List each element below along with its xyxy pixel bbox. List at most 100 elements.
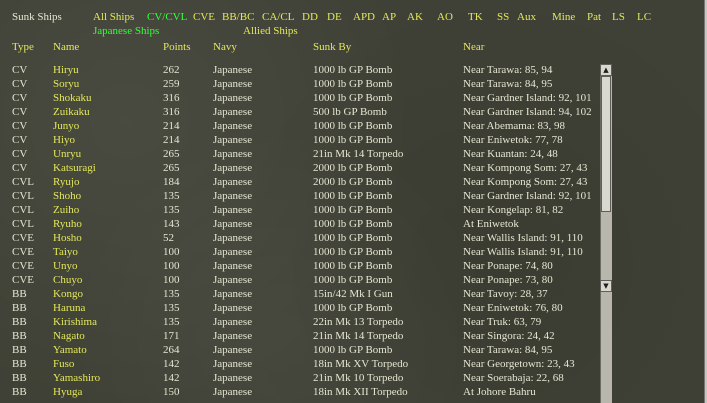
cell-navy: Japanese bbox=[213, 288, 253, 300]
filter-ca-cl[interactable]: CA/CL bbox=[262, 11, 294, 23]
column-header-name[interactable]: Name bbox=[53, 41, 79, 53]
table-row[interactable]: CVL Zuiho 135 Japanese 1000 lb GP Bomb Near K… bbox=[0, 204, 598, 218]
table-row[interactable]: CVL Ryujo 184 Japanese 2000 lb GP Bomb Near K… bbox=[0, 176, 598, 190]
filter-ap[interactable]: AP bbox=[382, 11, 396, 23]
cell-type: CVL bbox=[12, 176, 34, 188]
table-row[interactable]: BB Yamato 264 Japanese 1000 lb GP Bomb Near T… bbox=[0, 344, 598, 358]
cell-navy: Japanese bbox=[213, 386, 253, 398]
table-row[interactable]: BB Kirishima 135 Japanese 22in Mk 13 Torpedo… bbox=[0, 316, 598, 330]
table-row[interactable]: BB Hyuga 150 Japanese 18in Mk XII Torpedo At … bbox=[0, 386, 598, 400]
cell-points: 262 bbox=[163, 64, 180, 76]
cell-points: 100 bbox=[163, 274, 180, 286]
window-title: Sunk Ships bbox=[12, 11, 62, 23]
filter-ao[interactable]: AO bbox=[437, 11, 453, 23]
cell-near: Near Georgetown: 23, 43 bbox=[463, 358, 575, 370]
table-row[interactable]: CVE Hosho 52 Japanese 1000 lb GP Bomb Near Wa… bbox=[0, 232, 598, 246]
cell-sunk-by: 1000 lb GP Bomb bbox=[313, 260, 393, 272]
cell-navy: Japanese bbox=[213, 316, 253, 328]
scrollbar-thumb[interactable] bbox=[601, 76, 611, 212]
table-row[interactable]: BB Nagato 171 Japanese 21in Mk 14 Torpedo Nea… bbox=[0, 330, 598, 344]
side-allied-ships[interactable]: Allied Ships bbox=[243, 25, 298, 37]
table-row[interactable]: CVE Unyo 100 Japanese 1000 lb GP Bomb Near Po… bbox=[0, 260, 598, 274]
filter-cv-cvl[interactable]: CV/CVL bbox=[147, 11, 187, 23]
cell-near: Near Eniwetok: 76, 80 bbox=[463, 302, 563, 314]
cell-type: CV bbox=[12, 92, 28, 104]
scroll-down-icon[interactable]: ▼ bbox=[600, 280, 612, 292]
filter-lc[interactable]: LC bbox=[637, 11, 651, 23]
cell-navy: Japanese bbox=[213, 274, 253, 286]
cell-name: Junyo bbox=[53, 120, 80, 132]
cell-navy: Japanese bbox=[213, 176, 253, 188]
cell-near: Near Wallis Island: 91, 110 bbox=[463, 246, 583, 258]
cell-navy: Japanese bbox=[213, 358, 253, 370]
filter-dd[interactable]: DD bbox=[302, 11, 318, 23]
filter-de[interactable]: DE bbox=[327, 11, 342, 23]
filter-bb-bc[interactable]: BB/BC bbox=[222, 11, 254, 23]
cell-name: Hosho bbox=[53, 232, 82, 244]
cell-points: 135 bbox=[163, 288, 180, 300]
cell-points: 142 bbox=[163, 372, 180, 384]
filter-mine[interactable]: Mine bbox=[552, 11, 575, 23]
table-row[interactable]: CV Shokaku 316 Japanese 1000 lb GP Bomb Near … bbox=[0, 92, 598, 106]
table-row[interactable]: CV Soryu 259 Japanese 1000 lb GP Bomb Near Ta… bbox=[0, 78, 598, 92]
column-header-points[interactable]: Points bbox=[163, 41, 191, 53]
cell-navy: Japanese bbox=[213, 330, 253, 342]
table-row[interactable]: CV Zuikaku 316 Japanese 500 lb GP Bomb Near G… bbox=[0, 106, 598, 120]
cell-sunk-by: 18in Mk XII Torpedo bbox=[313, 386, 408, 398]
cell-type: CVE bbox=[12, 274, 34, 286]
cell-type: CVL bbox=[12, 204, 34, 216]
cell-type: BB bbox=[12, 330, 27, 342]
cell-name: Haruna bbox=[53, 302, 86, 314]
cell-sunk-by: 1000 lb GP Bomb bbox=[313, 302, 393, 314]
cell-navy: Japanese bbox=[213, 260, 253, 272]
cell-name: Unryu bbox=[53, 148, 82, 160]
filter-aux[interactable]: Aux bbox=[517, 11, 536, 23]
cell-near: Near Tarawa: 84, 95 bbox=[463, 78, 553, 90]
filter-ak[interactable]: AK bbox=[407, 11, 423, 23]
table-row[interactable]: CV Hiryu 262 Japanese 1000 lb GP Bomb Near Ta… bbox=[0, 64, 598, 78]
table-row[interactable]: CVE Taiyo 100 Japanese 1000 lb GP Bomb Near W… bbox=[0, 246, 598, 260]
filter-pat[interactable]: Pat bbox=[587, 11, 601, 23]
table-row[interactable]: CVE Chuyo 100 Japanese 1000 lb GP Bomb Near P… bbox=[0, 274, 598, 288]
table-row[interactable]: BB Kongo 135 Japanese 15in/42 Mk I Gun Near T… bbox=[0, 288, 598, 302]
cell-points: 265 bbox=[163, 148, 180, 160]
filter-ls[interactable]: LS bbox=[612, 11, 625, 23]
cell-near: Near Tavoy: 28, 37 bbox=[463, 288, 548, 300]
column-header-navy[interactable]: Navy bbox=[213, 41, 237, 53]
table-row[interactable]: CVL Ryuho 143 Japanese 1000 lb GP Bomb At Eni… bbox=[0, 218, 598, 232]
filter-all-ships[interactable]: All Ships bbox=[93, 11, 134, 23]
scroll-up-icon[interactable]: ▲ bbox=[600, 64, 612, 76]
cell-sunk-by: 21in Mk 10 Torpedo bbox=[313, 372, 404, 384]
cell-type: CV bbox=[12, 120, 28, 132]
cell-name: Katsuragi bbox=[53, 162, 96, 174]
cell-near: Near Abemama: 83, 98 bbox=[463, 120, 566, 132]
table-row[interactable]: CV Hiyo 214 Japanese 1000 lb GP Bomb Near Eni… bbox=[0, 134, 598, 148]
cell-name: Nagato bbox=[53, 330, 85, 342]
cell-navy: Japanese bbox=[213, 148, 253, 160]
filter-apd[interactable]: APD bbox=[353, 11, 375, 23]
cell-name: Kirishima bbox=[53, 316, 97, 328]
table-row[interactable]: CV Junyo 214 Japanese 1000 lb GP Bomb Near Ab… bbox=[0, 120, 598, 134]
table-row[interactable]: CV Katsuragi 265 Japanese 2000 lb GP Bomb Nea… bbox=[0, 162, 598, 176]
table-row[interactable]: CV Unryu 265 Japanese 21in Mk 14 Torpedo Near… bbox=[0, 148, 598, 162]
table-row[interactable]: BB Fuso 142 Japanese 18in Mk XV Torpedo Near … bbox=[0, 358, 598, 372]
column-header-type[interactable]: Type bbox=[12, 41, 34, 53]
cell-type: CVL bbox=[12, 218, 34, 230]
filter-ss[interactable]: SS bbox=[497, 11, 509, 23]
cell-name: Shoho bbox=[53, 190, 82, 202]
cell-type: CV bbox=[12, 78, 28, 90]
cell-near: Near Kuantan: 24, 48 bbox=[463, 148, 558, 160]
column-header-sunk-by[interactable]: Sunk By bbox=[313, 41, 351, 53]
cell-near: Near Gardner Island: 94, 102 bbox=[463, 106, 592, 118]
cell-points: 100 bbox=[163, 246, 180, 258]
cell-navy: Japanese bbox=[213, 64, 253, 76]
cell-type: BB bbox=[12, 288, 27, 300]
table-row[interactable]: CVL Shoho 135 Japanese 1000 lb GP Bomb Near G… bbox=[0, 190, 598, 204]
filter-tk[interactable]: TK bbox=[468, 11, 483, 23]
side-japanese-ships[interactable]: Japanese Ships bbox=[93, 25, 159, 37]
cell-near: Near Tarawa: 85, 94 bbox=[463, 64, 553, 76]
column-header-near[interactable]: Near bbox=[463, 41, 484, 53]
filter-cve[interactable]: CVE bbox=[193, 11, 215, 23]
table-row[interactable]: BB Yamashiro 142 Japanese 21in Mk 10 Torpedo… bbox=[0, 372, 598, 386]
table-row[interactable]: BB Haruna 135 Japanese 1000 lb GP Bomb Near E… bbox=[0, 302, 598, 316]
